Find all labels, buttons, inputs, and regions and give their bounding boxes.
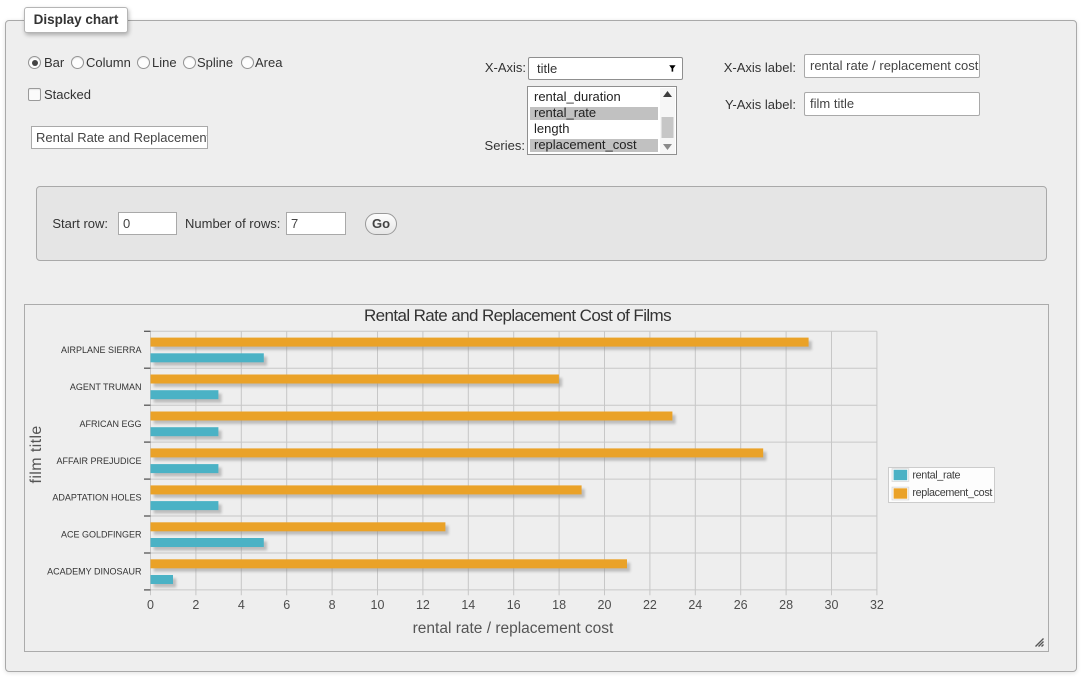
svg-text:32: 32 xyxy=(870,598,884,612)
svg-text:2: 2 xyxy=(192,598,199,612)
svg-text:30: 30 xyxy=(825,598,839,612)
svg-text:replacement_cost: replacement_cost xyxy=(912,487,992,499)
svg-text:AFFAIR PREJUDICE: AFFAIR PREJUDICE xyxy=(56,456,141,466)
svg-text:rental rate / replacement cost: rental rate / replacement cost xyxy=(413,620,614,637)
svg-text:28: 28 xyxy=(779,598,793,612)
svg-text:14: 14 xyxy=(461,598,475,612)
svg-text:AFRICAN EGG: AFRICAN EGG xyxy=(79,419,141,429)
svg-text:6: 6 xyxy=(283,598,290,612)
svg-text:ACADEMY DINOSAUR: ACADEMY DINOSAUR xyxy=(47,567,142,577)
svg-text:rental_rate: rental_rate xyxy=(912,470,960,482)
svg-text:22: 22 xyxy=(643,598,657,612)
svg-text:18: 18 xyxy=(552,598,566,612)
svg-text:ACE GOLDFINGER: ACE GOLDFINGER xyxy=(61,530,142,540)
svg-text:24: 24 xyxy=(688,598,702,612)
svg-text:10: 10 xyxy=(371,598,385,612)
svg-text:Rental Rate and Replacement Co: Rental Rate and Replacement Cost of Film… xyxy=(364,306,671,325)
svg-text:26: 26 xyxy=(734,598,748,612)
svg-text:20: 20 xyxy=(598,598,612,612)
svg-text:ADAPTATION HOLES: ADAPTATION HOLES xyxy=(52,493,141,503)
svg-text:0: 0 xyxy=(147,598,154,612)
svg-text:AIRPLANE SIERRA: AIRPLANE SIERRA xyxy=(61,345,142,355)
svg-text:AGENT TRUMAN: AGENT TRUMAN xyxy=(70,382,142,392)
svg-text:12: 12 xyxy=(416,598,430,612)
svg-text:4: 4 xyxy=(238,598,245,612)
svg-text:16: 16 xyxy=(507,598,521,612)
svg-text:film title: film title xyxy=(28,425,45,483)
svg-text:8: 8 xyxy=(329,598,336,612)
